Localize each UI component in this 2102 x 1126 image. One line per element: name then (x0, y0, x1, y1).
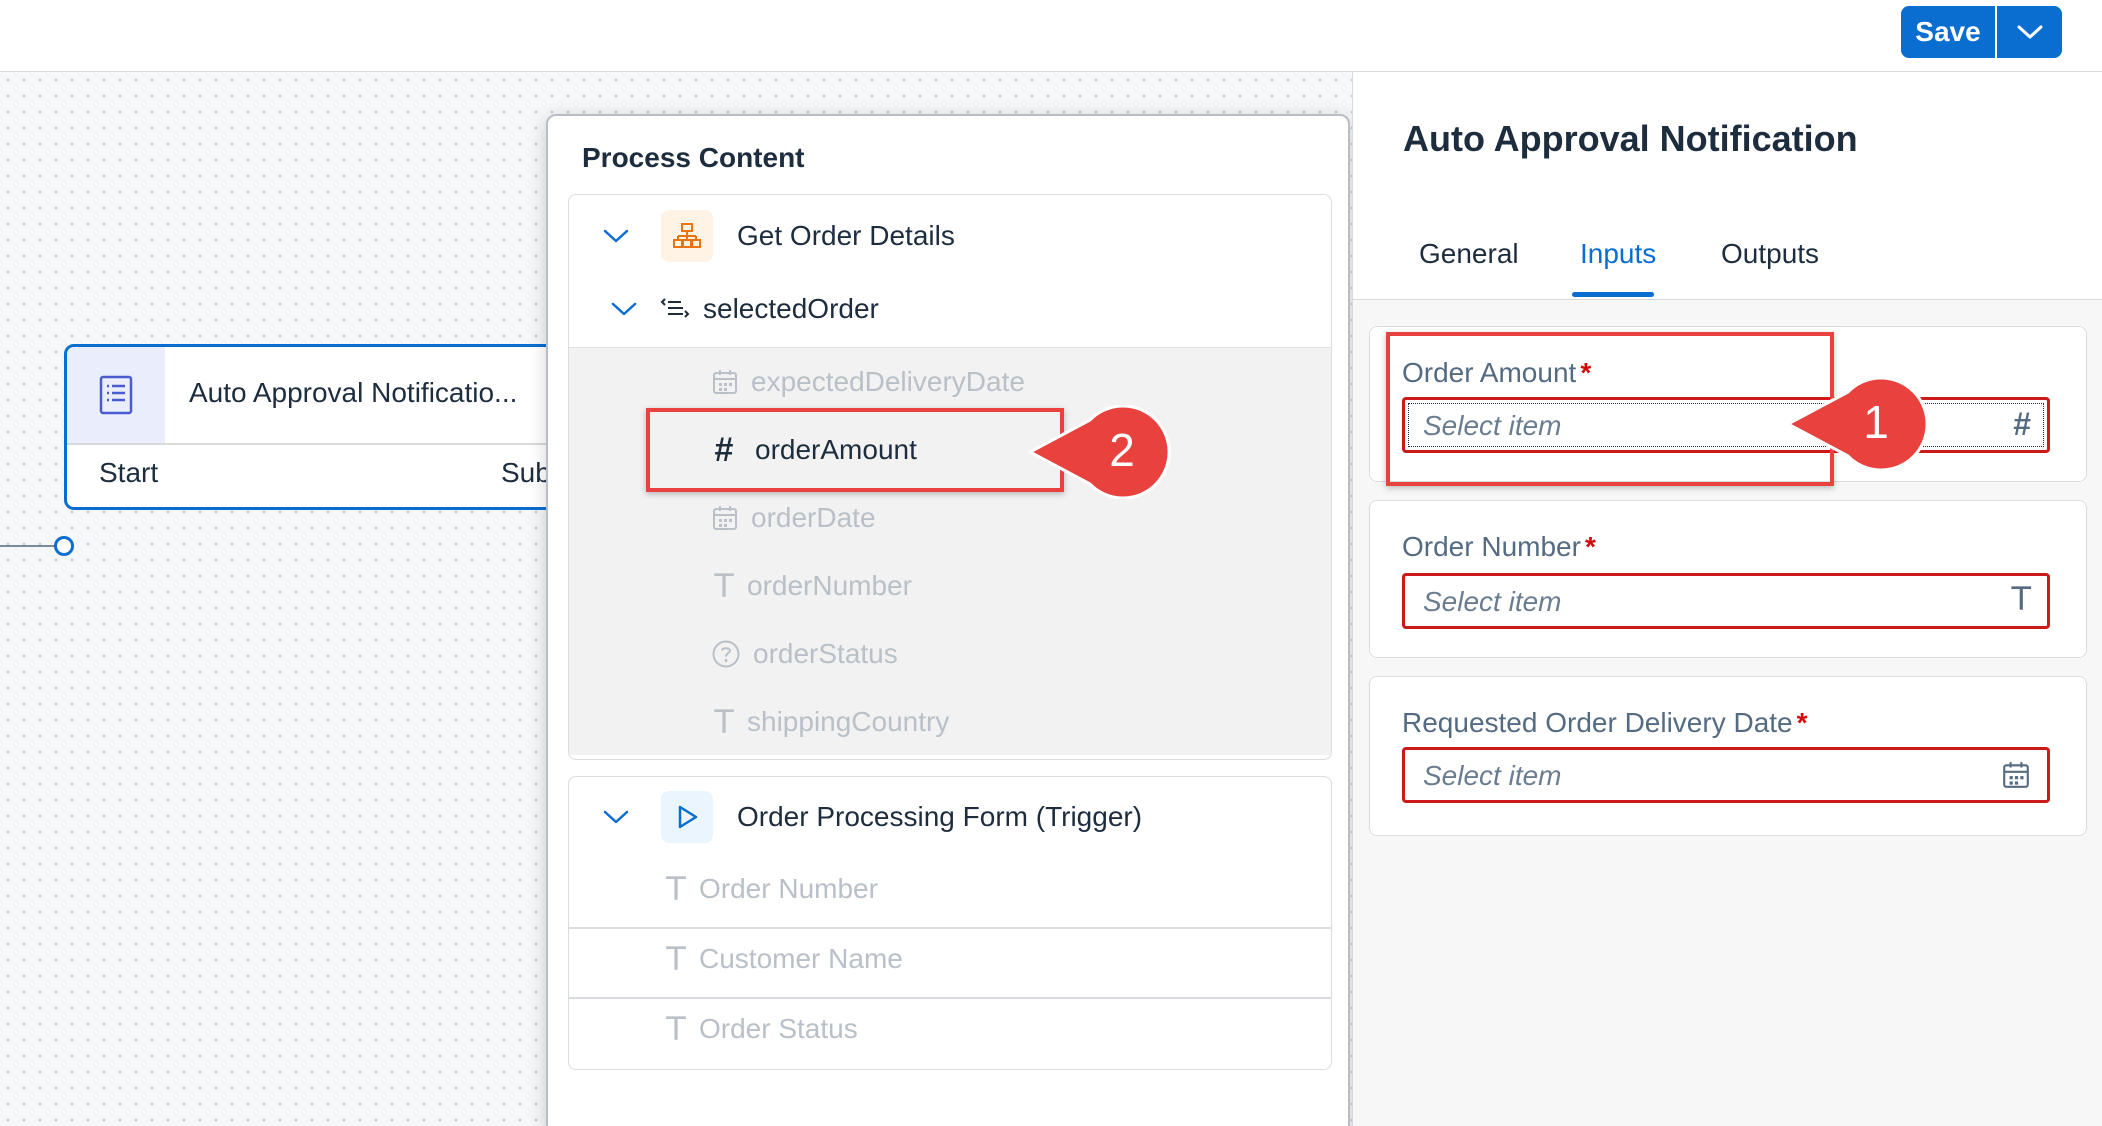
calendar-icon (713, 506, 737, 530)
node-icon-box (67, 347, 165, 443)
callout-2-marker: 2 (1028, 404, 1171, 500)
field-item[interactable]: orderDate (569, 492, 1331, 544)
process-content-popover: Process Content Get Order Details select… (546, 114, 1350, 1126)
field-label: orderDate (751, 502, 876, 533)
callout-2-number: 2 (1109, 424, 1135, 476)
divider (569, 997, 1331, 999)
callout-1-number: 1 (1863, 396, 1889, 448)
properties-title: Auto Approval Notification (1403, 118, 1858, 159)
field-label: orderStatus (753, 638, 898, 669)
hierarchy-icon (673, 223, 701, 248)
field-card-requested-delivery-date: Requested Order Delivery Date * Select it… (1369, 676, 2087, 836)
form-icon (99, 375, 133, 415)
connector-line (0, 545, 60, 547)
field-item[interactable]: T Order Number (569, 863, 1331, 915)
tree-row-order-processing-form[interactable]: Order Processing Form (Trigger) (569, 785, 1331, 849)
process-node-auto-approval[interactable]: Auto Approval Notificatio... Start Sub (64, 344, 584, 510)
field-label-text: Requested Order Delivery Date (1402, 707, 1793, 738)
node-input-port[interactable] (54, 536, 74, 556)
calendar-icon[interactable] (2001, 760, 2031, 790)
field-item[interactable]: T Order Status (569, 1003, 1331, 1055)
field-label: Order Number (699, 873, 878, 904)
node-divider (67, 443, 581, 445)
tab-inputs[interactable]: Inputs (1580, 238, 1656, 270)
tree-row-get-order-details[interactable]: Get Order Details (569, 205, 1331, 267)
text-icon: T (2011, 580, 2031, 618)
field-label-requested-delivery-date: Requested Order Delivery Date * (1402, 707, 1808, 739)
save-button[interactable]: Save (1901, 6, 1997, 58)
node-sub-label: Sub (501, 457, 551, 488)
required-marker: * (1584, 531, 1596, 562)
field-item[interactable]: T Customer Name (569, 933, 1331, 985)
chevron-down-icon (2017, 25, 2042, 39)
node-title: Auto Approval Notificatio... (189, 377, 518, 408)
callout-1-marker: 1 (1786, 376, 1929, 472)
requested-delivery-date-input[interactable]: Select item (1402, 747, 2050, 803)
field-label: shippingCountry (747, 706, 950, 737)
tab-outputs[interactable]: Outputs (1721, 238, 1819, 270)
text-icon: T (666, 940, 686, 978)
save-menu-button[interactable] (1997, 6, 2062, 58)
divider (569, 927, 1331, 929)
field-card-order-number: Order Number * Select item T (1369, 500, 2087, 658)
group-title: Order Processing Form (Trigger) (737, 801, 1143, 832)
field-label-order-number: Order Number * (1402, 531, 1596, 563)
child-title: selectedOrder (703, 293, 879, 324)
properties-panel: Auto Approval Notification General Input… (1352, 72, 2102, 1126)
highlight-order-amount-item (646, 408, 1064, 492)
required-marker: * (1796, 707, 1808, 738)
question-icon (712, 640, 740, 668)
structure-icon (660, 298, 690, 318)
field-item[interactable]: expectedDeliveryDate (569, 356, 1331, 408)
text-icon: T (714, 703, 734, 741)
play-icon (678, 805, 698, 829)
node-start-label: Start (99, 457, 159, 488)
chevron-down-icon[interactable] (611, 301, 637, 317)
number-icon: # (2013, 406, 2031, 442)
field-label: orderNumber (747, 570, 912, 601)
calendar-icon (713, 370, 737, 394)
chevron-down-icon[interactable] (603, 228, 629, 244)
field-item[interactable]: T shippingCountry (569, 696, 1331, 748)
text-icon: T (666, 870, 686, 908)
tab-general[interactable]: General (1419, 238, 1519, 270)
input-placeholder: Select item (1423, 586, 1562, 617)
field-label: expectedDeliveryDate (751, 366, 1025, 397)
active-tab-indicator (1572, 292, 1654, 297)
save-button-group: Save (1901, 6, 2062, 58)
highlight-order-amount-field (1386, 332, 1834, 486)
properties-header: Auto Approval Notification General Input… (1353, 72, 2102, 300)
chevron-down-icon[interactable] (603, 809, 629, 825)
group-order-processing-form: Order Processing Form (Trigger) T Order … (568, 776, 1332, 1070)
field-label: Order Status (699, 1013, 858, 1044)
text-icon: T (714, 567, 734, 605)
group-title: Get Order Details (737, 220, 955, 251)
text-icon: T (666, 1010, 686, 1048)
field-item[interactable]: orderStatus (569, 628, 1331, 680)
hierarchy-icon-tile (661, 210, 713, 262)
order-number-input[interactable]: Select item T (1402, 573, 2050, 629)
top-toolbar: Save (0, 0, 2102, 72)
input-placeholder: Select item (1423, 760, 1562, 791)
tree-row-selected-order[interactable]: selectedOrder (569, 281, 1331, 337)
field-item[interactable]: T orderNumber (569, 560, 1331, 612)
play-icon-tile (661, 791, 713, 843)
field-label: Customer Name (699, 943, 903, 974)
field-label-text: Order Number (1402, 531, 1581, 562)
popover-title: Process Content (582, 142, 805, 173)
